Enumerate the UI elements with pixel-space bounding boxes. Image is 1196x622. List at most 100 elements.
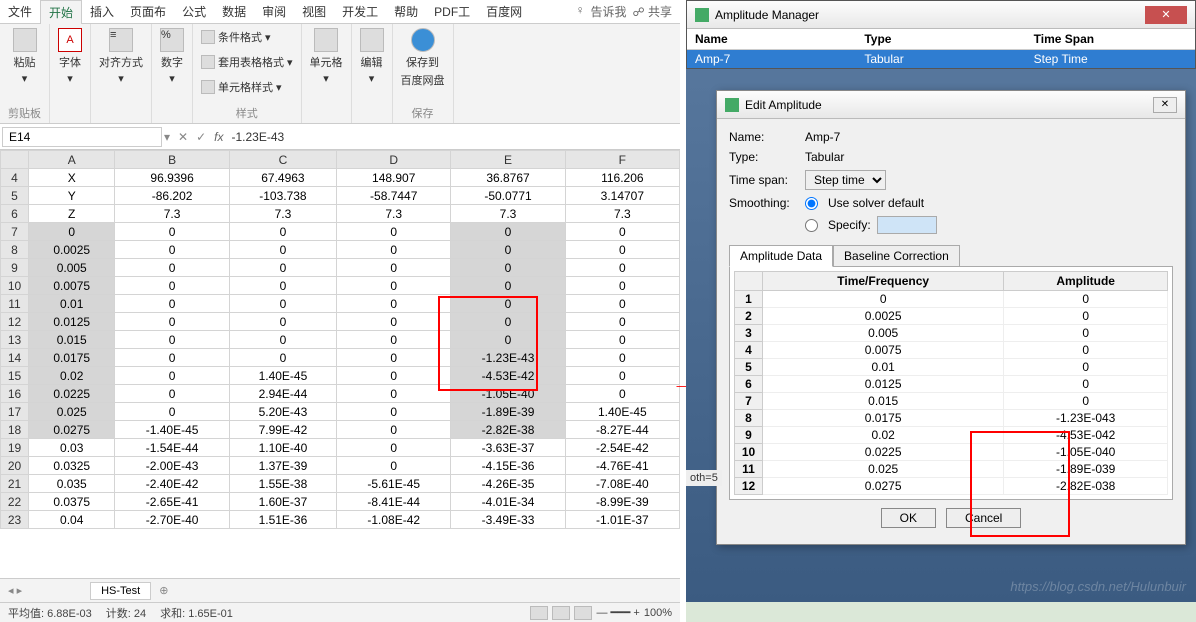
cell[interactable]: 0.0025 [29,241,115,259]
row-header[interactable]: 8 [1,241,29,259]
col-header[interactable]: D [337,151,451,169]
row-header[interactable]: 12 [1,313,29,331]
row-num[interactable]: 5 [735,359,763,376]
amp-mgr-titlebar[interactable]: Amplitude Manager ✕ [687,1,1195,29]
cell[interactable]: 0 [115,367,229,385]
cell[interactable]: 0 [115,295,229,313]
col-name[interactable]: Name [687,29,856,49]
row-num[interactable]: 3 [735,325,763,342]
amp-cell[interactable]: 0 [1004,308,1168,325]
row-header[interactable]: 6 [1,205,29,223]
cell[interactable]: 7.3 [229,205,336,223]
tab-data[interactable]: 数据 [214,0,254,23]
cell[interactable]: 0 [565,349,679,367]
cell[interactable]: -2.70E-40 [115,511,229,529]
cell[interactable]: 1.10E-40 [229,439,336,457]
cell[interactable]: -7.08E-40 [565,475,679,493]
col-header[interactable]: F [565,151,679,169]
view-layout-button[interactable] [552,606,570,620]
tab-formula[interactable]: 公式 [174,0,214,23]
tab-pdf[interactable]: PDF工 [426,0,478,23]
cell[interactable]: 0 [115,277,229,295]
cell[interactable]: -2.65E-41 [115,493,229,511]
zoom-value[interactable]: 100% [644,607,672,619]
specify-radio[interactable] [805,219,818,232]
row-header[interactable]: 5 [1,187,29,205]
cell[interactable]: 0 [115,259,229,277]
cell[interactable]: 1.40E-45 [565,403,679,421]
cell[interactable]: 1.40E-45 [229,367,336,385]
time-cell[interactable]: 0.0275 [763,478,1004,495]
view-pagebreak-button[interactable] [574,606,592,620]
tab-dev[interactable]: 开发工 [334,0,386,23]
row-header[interactable]: 19 [1,439,29,457]
cell[interactable]: 7.3 [115,205,229,223]
cell[interactable]: 0 [229,277,336,295]
cell[interactable]: -103.738 [229,187,336,205]
spreadsheet-grid[interactable]: ABCDEF4X96.939667.4963148.90736.8767116.… [0,150,680,578]
cell[interactable]: 3.14707 [565,187,679,205]
table-format-button[interactable]: 套用表格格式▾ [201,53,293,71]
row-num[interactable]: 12 [735,478,763,495]
share-button[interactable]: ☍ 共享 [632,3,672,20]
sheet-tab[interactable]: HS-Test [90,582,151,600]
row-header[interactable]: 11 [1,295,29,313]
paste-button[interactable]: 粘贴▾ [13,28,37,85]
row-header[interactable]: 18 [1,421,29,439]
cell[interactable]: -8.27E-44 [565,421,679,439]
cell[interactable]: 0 [229,349,336,367]
tab-home[interactable]: 开始 [40,0,82,24]
enter-icon[interactable]: ✓ [196,130,206,144]
tab-help[interactable]: 帮助 [386,0,426,23]
amp-cell[interactable]: -1.23E-043 [1004,410,1168,427]
row-num[interactable]: 10 [735,444,763,461]
amp-cell[interactable]: 0 [1004,342,1168,359]
col-header[interactable]: C [229,151,336,169]
row-header[interactable]: 13 [1,331,29,349]
cell[interactable]: 0.0225 [29,385,115,403]
col-timespan[interactable]: Time Span [1026,29,1195,49]
cell[interactable]: 0 [337,277,451,295]
cell[interactable]: 1.51E-36 [229,511,336,529]
cell[interactable]: 0 [337,385,451,403]
cell[interactable]: 1.60E-37 [229,493,336,511]
tell-me[interactable]: 告诉我 [590,3,626,20]
specify-input[interactable] [877,216,937,234]
cell[interactable]: 0.0375 [29,493,115,511]
cells-button[interactable]: 单元格▾ [310,28,343,85]
cell[interactable]: -4.01E-34 [451,493,565,511]
time-cell[interactable]: 0.0225 [763,444,1004,461]
time-cell[interactable]: 0.0025 [763,308,1004,325]
cell[interactable]: 0 [451,295,565,313]
cell[interactable]: 0.005 [29,259,115,277]
cell[interactable]: 0.03 [29,439,115,457]
row-num[interactable]: 7 [735,393,763,410]
cell[interactable]: -5.61E-45 [337,475,451,493]
cell[interactable]: -3.63E-37 [451,439,565,457]
cell[interactable]: 96.9396 [115,169,229,187]
cell[interactable]: 0.035 [29,475,115,493]
row-header[interactable]: 20 [1,457,29,475]
cell[interactable]: 0 [337,295,451,313]
cell[interactable]: -2.40E-42 [115,475,229,493]
cell[interactable]: 0 [565,259,679,277]
zoom-slider[interactable]: — ━━━ + [596,606,639,619]
cell[interactable]: -2.00E-43 [115,457,229,475]
cell[interactable]: 1.55E-38 [229,475,336,493]
cell[interactable]: -1.89E-39 [451,403,565,421]
amplitude-table[interactable]: Time/FrequencyAmplitude10020.0025030.005… [734,271,1168,495]
col-type[interactable]: Type [856,29,1025,49]
save-baidu-button[interactable]: 保存到百度网盘 [401,28,445,88]
tab-review[interactable]: 审阅 [254,0,294,23]
cell[interactable]: 0 [451,241,565,259]
cell[interactable]: 0 [451,223,565,241]
cell[interactable]: 0 [115,223,229,241]
row-header[interactable]: 23 [1,511,29,529]
amp-cell[interactable]: 0 [1004,291,1168,308]
tab-baidu[interactable]: 百度网 [478,0,530,23]
cell[interactable]: -1.23E-43 [451,349,565,367]
cell[interactable]: -8.99E-39 [565,493,679,511]
amp-cell[interactable]: 0 [1004,376,1168,393]
cell[interactable]: 0.02 [29,367,115,385]
number-button[interactable]: %数字▾ [160,28,184,85]
